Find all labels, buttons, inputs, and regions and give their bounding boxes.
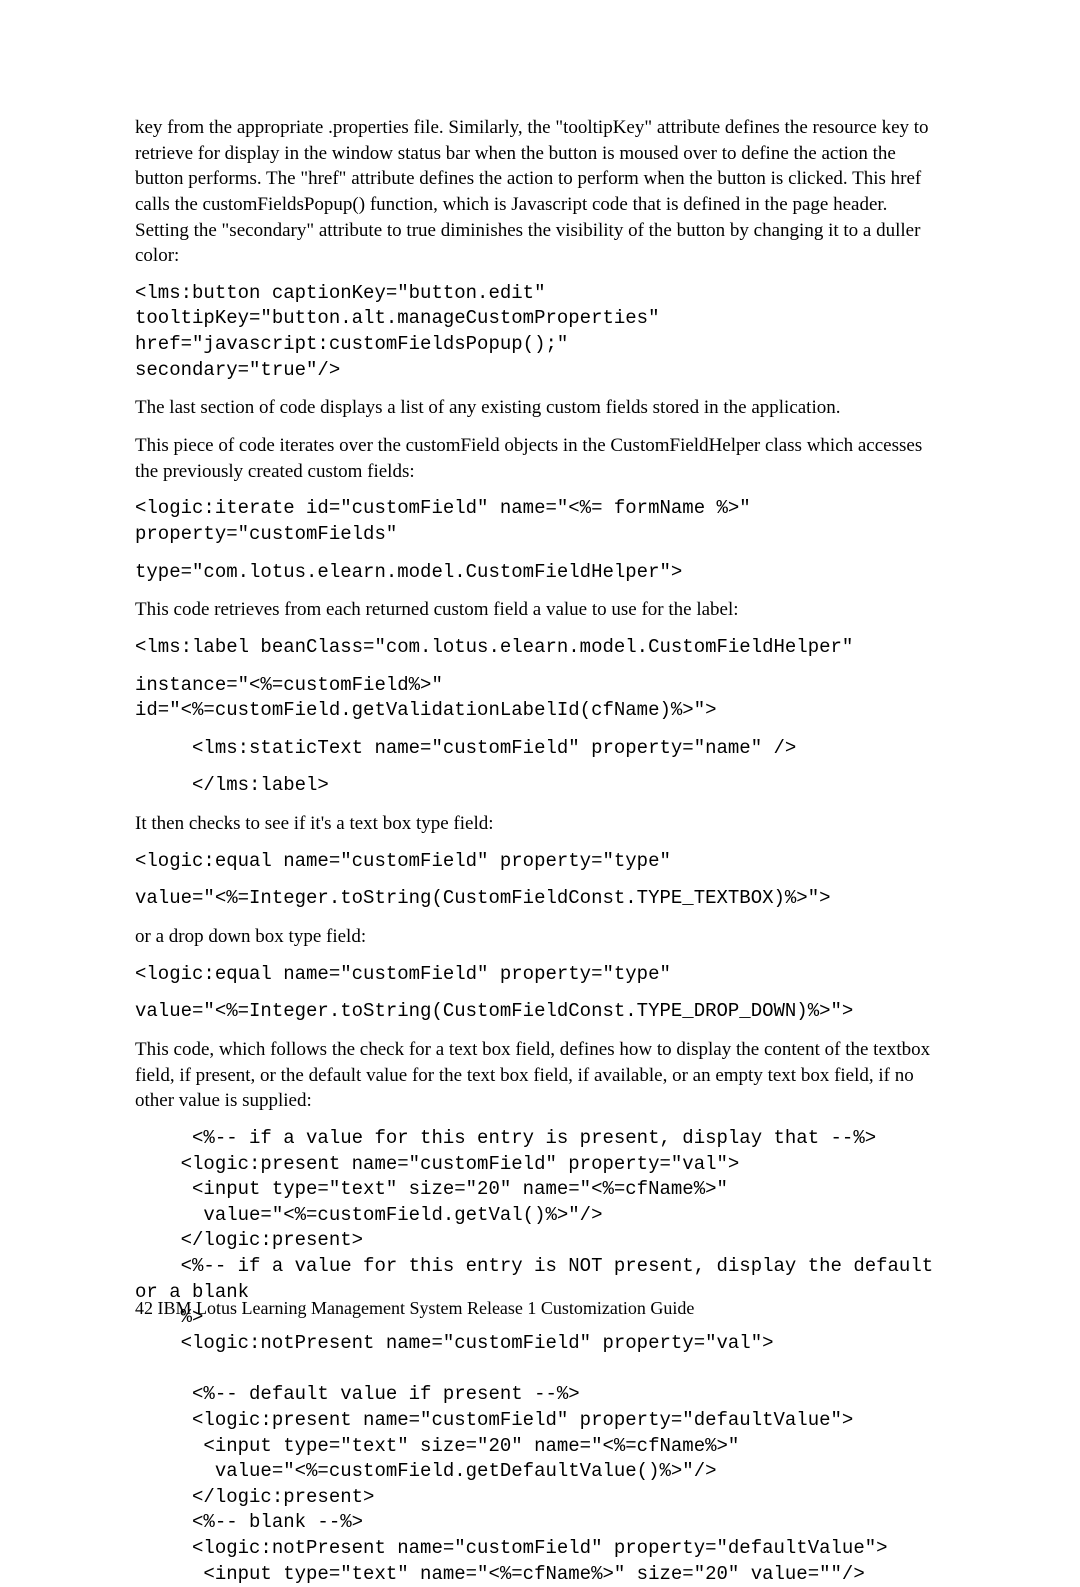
code-block: <logic:iterate id="customField" name="<%… [135, 496, 945, 547]
code-block: <lms:staticText name="customField" prope… [135, 736, 945, 762]
code-block: type="com.lotus.elearn.model.CustomField… [135, 560, 945, 586]
paragraph: key from the appropriate .properties fil… [135, 115, 945, 269]
code-block: instance="<%=customField%>" id="<%=custo… [135, 673, 945, 724]
paragraph: The last section of code displays a list… [135, 395, 945, 421]
paragraph: This piece of code iterates over the cus… [135, 433, 945, 484]
code-block: <%-- if a value for this entry is presen… [135, 1126, 945, 1587]
paragraph: or a drop down box type field: [135, 924, 945, 950]
page-footer: 42 IBM Lotus Learning Management System … [135, 1298, 694, 1319]
footer-title: IBM Lotus Learning Management System Rel… [158, 1298, 695, 1318]
paragraph: This code, which follows the check for a… [135, 1037, 945, 1114]
code-block: <logic:equal name="customField" property… [135, 962, 945, 988]
code-block: <lms:button captionKey="button.edit" too… [135, 281, 945, 384]
paragraph: It then checks to see if it's a text box… [135, 811, 945, 837]
code-block: <lms:label beanClass="com.lotus.elearn.m… [135, 635, 945, 661]
code-block: <logic:equal name="customField" property… [135, 849, 945, 875]
document-page: key from the appropriate .properties fil… [0, 0, 1080, 1397]
page-number: 42 [135, 1298, 153, 1318]
code-block: value="<%=Integer.toString(CustomFieldCo… [135, 999, 945, 1025]
paragraph: This code retrieves from each returned c… [135, 597, 945, 623]
code-block: value="<%=Integer.toString(CustomFieldCo… [135, 886, 945, 912]
code-block: </lms:label> [135, 773, 945, 799]
